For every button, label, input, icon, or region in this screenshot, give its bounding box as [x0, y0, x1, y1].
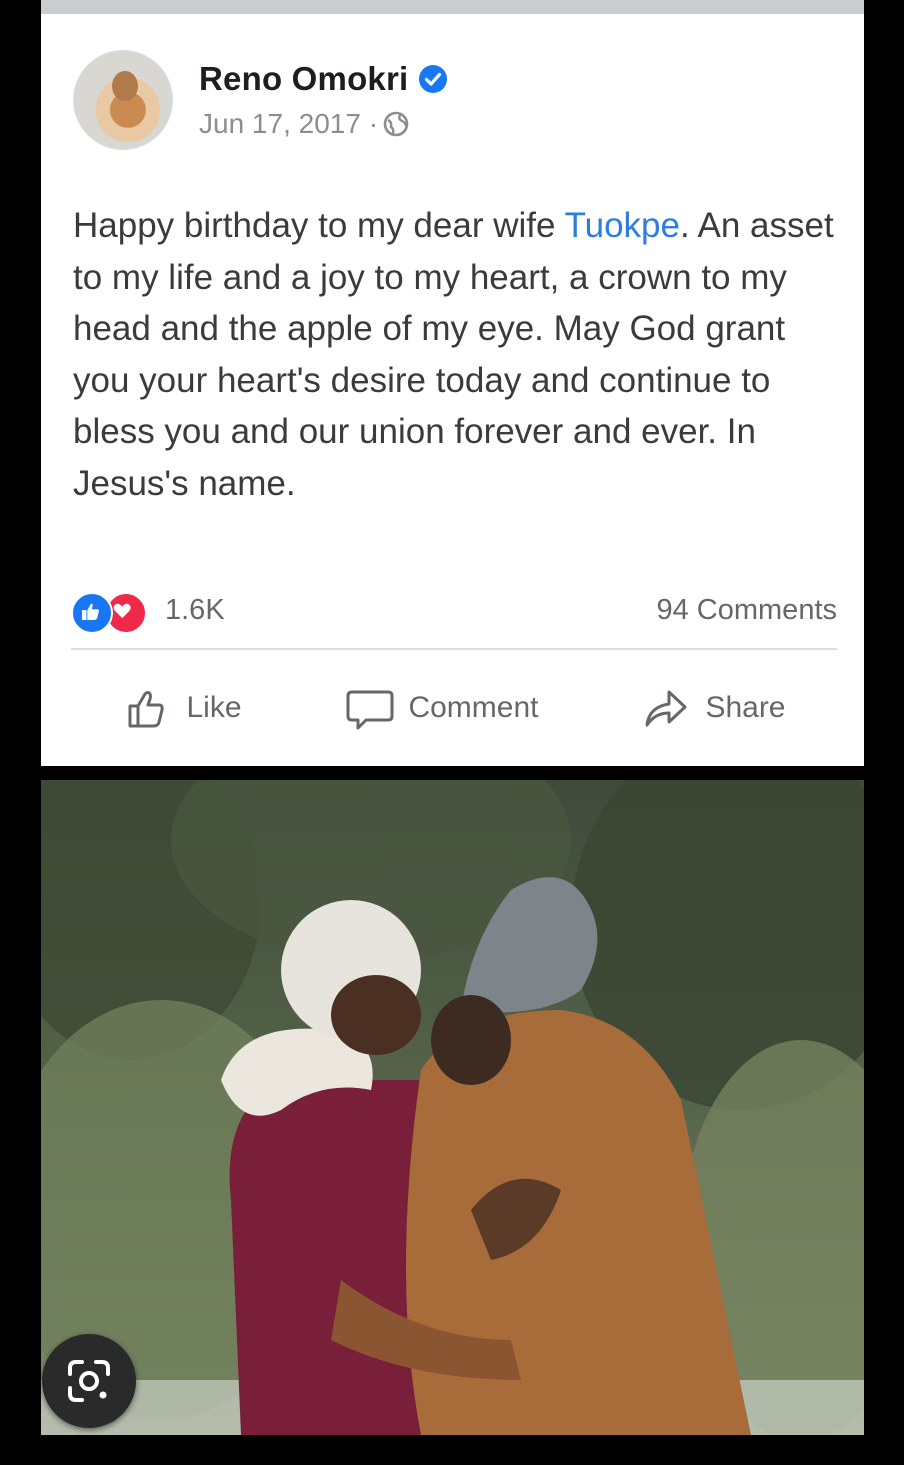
thumbs-up-reaction-icon — [71, 592, 113, 634]
comment-button[interactable]: Comment — [344, 682, 539, 734]
couple-photo — [41, 780, 864, 1435]
reaction-icons — [71, 590, 155, 634]
share-button[interactable]: Share — [641, 682, 786, 734]
post-text: Happy birthday to my dear wife Tuokpe. A… — [73, 200, 843, 509]
google-lens-icon — [68, 1360, 110, 1402]
reaction-count: 1.6K — [165, 593, 225, 626]
post-date[interactable]: Jun 17, 2017 · — [199, 108, 378, 140]
comment-bubble-icon — [346, 690, 394, 730]
reactions-row: 1.6K 94 Comments — [71, 588, 837, 634]
top-strip — [41, 0, 864, 14]
post-header: Reno Omokri Jun 17, 2017 · — [73, 50, 448, 150]
post-photo[interactable] — [41, 780, 864, 1435]
post-card: Reno Omokri Jun 17, 2017 · Happy birthda… — [41, 14, 864, 766]
avatar[interactable] — [73, 50, 173, 150]
share-label: Share — [705, 691, 786, 724]
screen: Reno Omokri Jun 17, 2017 · Happy birthda… — [0, 0, 904, 1465]
share-arrow-icon — [645, 690, 687, 727]
mention-link[interactable]: Tuokpe — [565, 206, 680, 245]
google-lens-button[interactable] — [42, 1334, 136, 1428]
post-text-end: . An asset to my life and a joy to my he… — [73, 206, 834, 503]
reaction-summary[interactable]: 1.6K — [71, 590, 225, 634]
comments-count[interactable]: 94 Comments — [656, 594, 837, 627]
divider — [71, 648, 837, 650]
author-name[interactable]: Reno Omokri — [199, 60, 408, 98]
comment-label: Comment — [408, 691, 539, 724]
like-label: Like — [186, 691, 242, 724]
like-button[interactable]: Like — [122, 682, 242, 734]
verified-badge-icon — [418, 64, 448, 94]
globe-icon — [382, 110, 410, 138]
post-text-start: Happy birthday to my dear wife — [73, 206, 565, 245]
date-row: Jun 17, 2017 · — [199, 108, 448, 140]
thumbs-up-icon — [128, 691, 165, 728]
actions-row: Like Comment Share — [71, 678, 837, 738]
post-meta: Reno Omokri Jun 17, 2017 · — [199, 60, 448, 140]
name-row: Reno Omokri — [199, 60, 448, 98]
